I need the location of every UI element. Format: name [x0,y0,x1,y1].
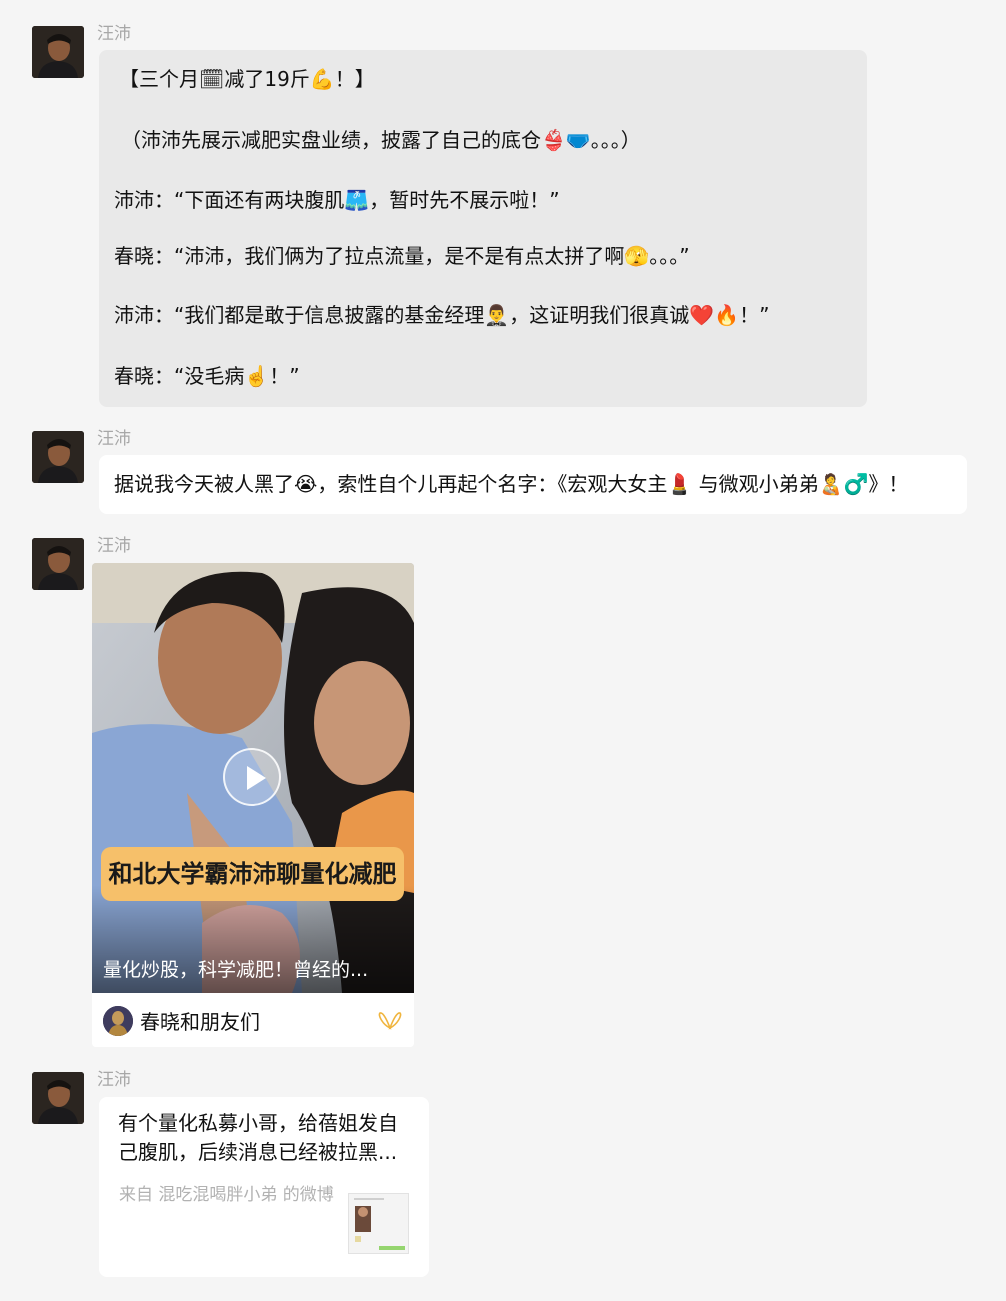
avatar[interactable] [32,431,84,483]
video-banner: 和北大学霸沛沛聊量化减肥 [101,847,404,901]
avatar[interactable] [32,26,84,78]
message-bubble[interactable]: 据说我今天被人黑了😭，索性自个儿再起个名字：《宏观大女主💄 与微观小弟弟🧑‍🍼♂… [99,455,967,514]
channel-name: 春晓和朋友们 [140,1010,260,1034]
sender-name: 汪沛 [97,536,131,556]
channels-butterfly-icon [378,1008,402,1032]
play-icon[interactable] [223,748,281,806]
link-card[interactable]: 有个量化私募小哥，给蓓姐发自己腹肌，后续消息已经被拉黑... 来自 混吃混喝胖小… [99,1097,429,1277]
sender-name: 汪沛 [97,24,131,44]
link-source: 来自 混吃混喝胖小弟 的微博 [119,1185,334,1205]
channel-avatar [103,1006,133,1036]
message-line: 沛沛：“我们都是敢于信息披露的基金经理🤵‍♂️，这证明我们很真诚❤️🔥！” [114,303,770,327]
message-bubble[interactable]: 【三个月🗓减了19斤💪！】 （沛沛先展示减肥实盘业绩，披露了自己的底仓👙🩲。。。… [99,50,867,407]
link-thumbnail [348,1193,409,1254]
sender-name: 汪沛 [97,429,131,449]
video-caption: 量化炒股，科学减肥！曾经的... [103,959,369,981]
link-title: 有个量化私募小哥，给蓓姐发自己腹肌，后续消息已经被拉黑... [118,1111,398,1164]
avatar[interactable] [32,538,84,590]
message-line: 春晓：“没毛病☝️！” [114,364,300,388]
video-thumbnail[interactable]: 和北大学霸沛沛聊量化减肥 量化炒股，科学减肥！曾经的... [92,563,414,993]
video-footer[interactable]: 春晓和朋友们 [92,993,414,1047]
avatar[interactable] [32,1072,84,1124]
sender-name: 汪沛 [97,1070,131,1090]
video-card[interactable]: 和北大学霸沛沛聊量化减肥 量化炒股，科学减肥！曾经的... 春晓和朋友们 [92,563,414,1047]
message-line: （沛沛先展示减肥实盘业绩，披露了自己的底仓👙🩲。。。） [121,128,641,152]
message-text: 据说我今天被人黑了😭，索性自个儿再起个名字：《宏观大女主💄 与微观小弟弟🧑‍🍼♂… [114,472,909,496]
message-line: 【三个月🗓减了19斤💪！】 [119,67,375,91]
message-line: 春晓：“沛沛，我们俩为了拉点流量，是不是有点太拼了啊🫣。。。” [114,244,690,268]
message-line: 沛沛：“下面还有两块腹肌🩳，暂时先不展示啦！” [114,188,560,212]
